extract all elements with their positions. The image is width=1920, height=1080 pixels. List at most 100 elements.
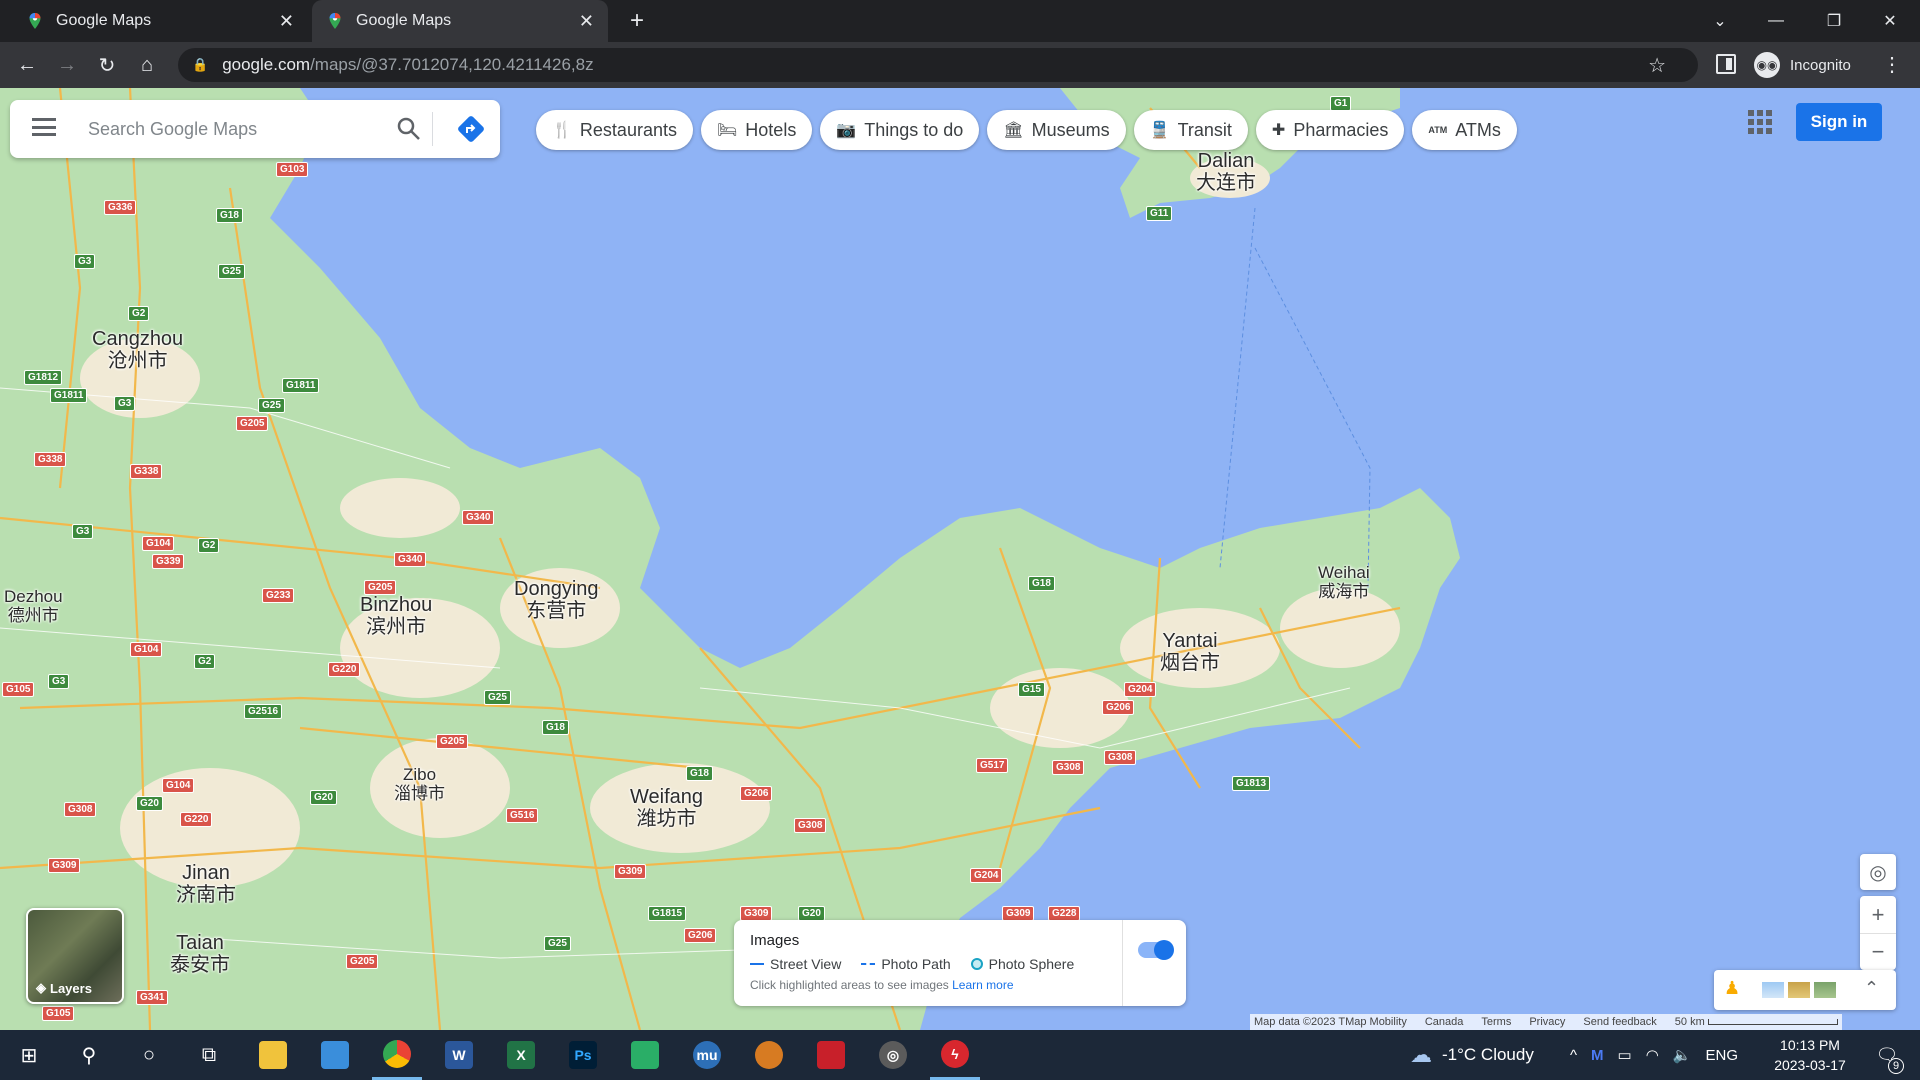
highway-shield: G18 <box>216 208 243 223</box>
send-feedback-link[interactable]: Send feedback <box>1583 1016 1656 1028</box>
lock-icon[interactable]: 🔒 <box>192 57 208 73</box>
clock[interactable]: 10:13 PM 2023-03-17 <box>1770 1035 1850 1075</box>
highway-shield: G104 <box>130 642 163 657</box>
address-bar[interactable]: 🔒 google.com/maps/@37.7012074,120.421142… <box>178 48 1698 82</box>
home-icon[interactable]: ⌂ <box>132 50 162 80</box>
region-link[interactable]: Canada <box>1425 1016 1464 1028</box>
tray-app-icon[interactable]: M <box>1591 1047 1604 1064</box>
zoom-in-button[interactable]: + <box>1860 896 1896 933</box>
incognito-indicator[interactable]: ◉◉ Incognito <box>1754 50 1851 80</box>
more-menu-icon[interactable]: ⋮ <box>1882 52 1902 77</box>
place-label[interactable]: Weihai 威海市 <box>1318 563 1370 601</box>
weather-widget[interactable]: ☁ -1°C Cloudy <box>1410 1030 1534 1080</box>
chip-museums[interactable]: 🏛 Museums <box>987 110 1126 150</box>
app-mu-icon[interactable]: mu <box>682 1030 732 1080</box>
highway-shield: G206 <box>1102 700 1135 715</box>
wifi-icon[interactable]: ◠ <box>1646 1046 1659 1064</box>
museum-icon: 🏛 <box>1003 122 1024 139</box>
highway-shield: G205 <box>436 734 469 749</box>
layers-button[interactable]: ◈ Layers <box>26 908 124 1004</box>
zoom-out-button[interactable]: − <box>1860 933 1896 970</box>
imagery-thumb-icon[interactable] <box>1814 982 1836 998</box>
notification-center-icon[interactable]: 🗨 9 <box>1862 1030 1912 1080</box>
place-label[interactable]: Weifang 潍坊市 <box>630 786 703 830</box>
imagery-thumb-icon[interactable] <box>1762 982 1784 998</box>
directions-icon[interactable] <box>456 114 486 144</box>
volume-icon[interactable]: 🔈 <box>1673 1046 1692 1064</box>
search-icon[interactable] <box>394 114 424 144</box>
reload-icon[interactable]: ↻ <box>92 50 122 80</box>
imagery-hint: Click highlighted areas to see images Le… <box>750 978 1014 992</box>
tab-google-maps-1[interactable]: Google Maps ✕ <box>12 0 308 42</box>
my-location-button[interactable]: ◎ <box>1860 854 1896 890</box>
app-flash-icon[interactable]: ϟ <box>930 1030 980 1080</box>
bookmark-star-icon[interactable]: ☆ <box>1648 53 1666 78</box>
search-input[interactable] <box>88 114 378 144</box>
chevron-up-icon[interactable]: ^ <box>1570 1047 1577 1064</box>
chip-atms[interactable]: ATM ATMs <box>1412 110 1517 150</box>
place-label[interactable]: Taian 泰安市 <box>170 932 230 976</box>
pegman-icon[interactable]: ♟ <box>1724 978 1740 999</box>
highway-shield: G309 <box>740 906 773 921</box>
chip-hotels[interactable]: 🛏 Hotels <box>700 110 813 150</box>
search-icon[interactable]: ⚲ <box>64 1030 114 1080</box>
new-tab-button[interactable]: + <box>622 6 652 36</box>
chrome-icon[interactable] <box>372 1030 422 1080</box>
chip-things-to-do[interactable]: 📷 Things to do <box>820 110 980 150</box>
restore-button[interactable]: ❐ <box>1806 0 1862 42</box>
google-apps-icon[interactable] <box>1748 110 1772 134</box>
highway-shield: G3 <box>72 524 94 539</box>
terms-link[interactable]: Terms <box>1481 1016 1511 1028</box>
learn-more-link[interactable]: Learn more <box>952 978 1013 992</box>
back-arrow-icon[interactable]: ← <box>12 50 42 80</box>
place-label[interactable]: Cangzhou 沧州市 <box>92 328 183 372</box>
minimize-button[interactable]: — <box>1748 0 1804 42</box>
expand-chevron-icon[interactable]: ⌃ <box>1864 978 1879 999</box>
close-tab-icon[interactable]: ✕ <box>279 11 294 32</box>
scale-label[interactable]: 50 km <box>1675 1016 1838 1028</box>
forward-arrow-icon[interactable]: → <box>52 50 82 80</box>
windows-start-icon[interactable]: ⊞ <box>4 1030 54 1080</box>
tab-search-chevron-icon[interactable]: ⌄ <box>1692 0 1748 42</box>
map-canvas[interactable]: Dalian 大连市 Cangzhou 沧州市 Dezhou 德州市 Binzhou 滨… <box>0 88 1920 1030</box>
chip-restaurants[interactable]: 🍴 Restaurants <box>536 110 693 150</box>
place-label[interactable]: Yantai 烟台市 <box>1160 630 1220 674</box>
wechat-icon[interactable] <box>620 1030 670 1080</box>
battery-icon[interactable]: ▭ <box>1618 1046 1632 1064</box>
menu-icon[interactable] <box>32 118 56 136</box>
close-tab-icon[interactable]: ✕ <box>579 11 594 32</box>
imagery-thumb-icon[interactable] <box>1788 982 1810 998</box>
excel-icon[interactable]: X <box>496 1030 546 1080</box>
highway-shield: G309 <box>48 858 81 873</box>
sign-in-button[interactable]: Sign in <box>1796 103 1882 141</box>
place-label[interactable]: Dongying 东营市 <box>514 578 599 622</box>
chip-transit[interactable]: 🚆 Transit <box>1133 110 1248 150</box>
chip-pharmacies[interactable]: ✚ Pharmacies <box>1255 110 1405 150</box>
place-label[interactable]: Zibo 淄博市 <box>394 765 445 803</box>
task-view-icon[interactable]: ⧉ <box>184 1030 234 1080</box>
language-indicator[interactable]: ENG <box>1706 1047 1739 1064</box>
tab-google-maps-2[interactable]: Google Maps ✕ <box>312 0 608 42</box>
highway-shield: G105 <box>2 682 35 697</box>
app-audio-icon[interactable] <box>744 1030 794 1080</box>
highway-shield: G339 <box>152 554 185 569</box>
place-label[interactable]: Jinan 济南市 <box>176 862 236 906</box>
place-label[interactable]: Binzhou 滨州市 <box>360 594 432 638</box>
control-panel-icon[interactable] <box>310 1030 360 1080</box>
photo-path-label: Photo Path <box>881 956 951 972</box>
imagery-toggle[interactable] <box>1138 940 1174 960</box>
privacy-link[interactable]: Privacy <box>1529 1016 1565 1028</box>
close-window-button[interactable]: ✕ <box>1862 0 1918 42</box>
place-label[interactable]: Dezhou 德州市 <box>4 587 63 625</box>
highway-shield: G204 <box>970 868 1003 883</box>
place-label[interactable]: Dalian 大连市 <box>1196 150 1256 194</box>
cortana-icon[interactable]: ○ <box>124 1030 174 1080</box>
layers-label-wrap: ◈ Layers <box>36 980 92 996</box>
side-panel-icon[interactable] <box>1716 54 1736 74</box>
app-media-icon[interactable] <box>806 1030 856 1080</box>
word-icon[interactable]: W <box>434 1030 484 1080</box>
file-explorer-icon[interactable] <box>248 1030 298 1080</box>
app-disc-icon[interactable]: ◎ <box>868 1030 918 1080</box>
chip-label: Restaurants <box>579 119 677 140</box>
photoshop-icon[interactable]: Ps <box>558 1030 608 1080</box>
